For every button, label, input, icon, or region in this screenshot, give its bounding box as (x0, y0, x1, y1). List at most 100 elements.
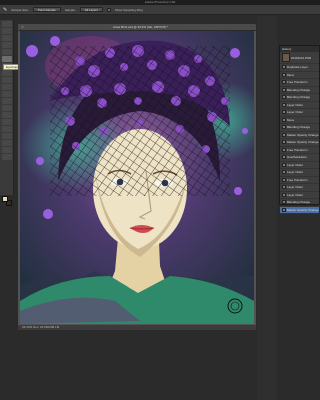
show-sampling-ring-checkbox[interactable] (106, 7, 111, 12)
document-canvas[interactable] (20, 31, 254, 324)
history-step-label: Move (287, 72, 295, 77)
document-status-bar: 33.33% Doc: 25.6M/208.1M (18, 325, 256, 330)
history-step-icon (282, 72, 286, 77)
dodge-tool-icon[interactable] (2, 112, 12, 118)
gradient-tool-icon[interactable] (2, 98, 12, 104)
history-step[interactable]: Free Transform (280, 147, 319, 154)
snapshot-label: 20191101.PSD (291, 55, 312, 60)
history-step[interactable]: Move (280, 72, 319, 79)
history-step-icon (282, 200, 286, 205)
history-step-label: Free Transform (287, 147, 308, 152)
history-step-icon (282, 140, 286, 145)
eyedropper-tool-icon[interactable] (2, 56, 12, 62)
history-step-label: Master Opacity Change (287, 207, 319, 212)
history-step[interactable]: Free Transform (280, 177, 319, 184)
history-step-label: Duplicate Layer (287, 65, 308, 70)
history-step-label: Layer Order (287, 102, 304, 107)
history-snapshot[interactable]: 20191101.PSD (280, 52, 319, 64)
portrait-artwork (20, 31, 254, 324)
history-step-icon (282, 207, 286, 212)
history-step-icon (282, 185, 286, 190)
app-title: Adobe Photoshop CS6 (144, 0, 176, 4)
history-step[interactable]: Layer Order (280, 169, 319, 177)
brush-tool-icon[interactable] (2, 70, 12, 76)
history-step-icon (282, 87, 286, 92)
show-sampling-ring-label: Show Sampling Ring (114, 7, 143, 12)
history-step-label: Layer Order (287, 192, 304, 197)
history-step[interactable]: Blending Change (280, 199, 319, 207)
history-step-label: Layer Order (287, 170, 304, 175)
history-step-icon (282, 147, 286, 152)
path-select-tool-icon[interactable] (2, 133, 12, 139)
options-bar: ✎ Sample Size: Point Sample Sample: All … (0, 5, 320, 15)
history-step-icon (282, 110, 286, 115)
clone-stamp-tool-icon[interactable] (2, 77, 12, 83)
eyedropper-tool-icon[interactable]: ✎ (3, 7, 7, 13)
history-step-icon (282, 162, 286, 167)
marquee-tool-icon[interactable] (2, 28, 12, 34)
history-step[interactable]: Blending Change (280, 94, 319, 102)
document-tab-label: Issue Bin2.psd @ 33.3% (hat, CMYK/8) * (113, 25, 168, 29)
history-step[interactable]: Duplicate Layer (280, 64, 319, 72)
eraser-tool-icon[interactable] (2, 91, 12, 97)
history-step-icon (282, 170, 286, 175)
history-step-icon (282, 125, 286, 130)
sample-size-select[interactable]: Point Sample (32, 7, 61, 12)
history-brush-tool-icon[interactable] (2, 84, 12, 90)
history-step-label: Move (287, 117, 295, 122)
history-step-label: Blending Change (287, 125, 311, 130)
history-step-icon (282, 80, 286, 85)
history-step-icon (282, 95, 286, 100)
history-step[interactable]: Master Opacity Change (280, 132, 319, 139)
history-step-label: Layer Order (287, 110, 304, 115)
history-step[interactable]: Free Transform (280, 79, 319, 87)
history-step-label: Blending Change (287, 87, 311, 92)
lasso-tool-icon[interactable] (2, 35, 12, 41)
history-step[interactable]: Blending Change (280, 124, 319, 132)
sample-size-label: Sample Size: (11, 7, 29, 12)
history-step-icon (282, 102, 286, 107)
history-step-icon (282, 177, 286, 182)
history-step[interactable]: Layer Order (280, 102, 319, 109)
history-step[interactable]: Layer Order (280, 162, 319, 169)
history-panel: History 20191101.PSD Duplicate Layer Move… (279, 45, 320, 214)
panel-dock-strip (257, 16, 277, 400)
pen-tool-icon[interactable] (2, 119, 12, 125)
history-steps-list: Duplicate Layer Move Free Transform Blendin… (280, 64, 319, 214)
crop-tool-icon[interactable] (2, 49, 12, 55)
history-step-label: Master Opacity Change (287, 132, 319, 137)
history-step[interactable]: Layer Order (280, 184, 319, 192)
document-tab[interactable]: × Issue Bin2.psd @ 33.3% (hat, CMYK/8) * (18, 24, 256, 31)
history-step-label: Hue/Saturation (287, 155, 308, 160)
history-step-label: Layer Order (287, 162, 304, 167)
zoom-tool-icon[interactable] (2, 154, 12, 160)
quick-select-tool-icon[interactable] (2, 42, 12, 48)
history-step-label: Layer Order (287, 185, 304, 190)
move-tool-icon[interactable] (2, 21, 12, 27)
hand-tool-icon[interactable] (2, 147, 12, 153)
shape-tool-icon[interactable] (2, 140, 12, 146)
snapshot-thumbnail (282, 53, 290, 62)
foreground-color-swatch[interactable] (2, 196, 8, 202)
history-step-icon (282, 117, 286, 122)
type-tool-icon[interactable] (2, 126, 12, 132)
history-step[interactable]: Master Opacity Change (280, 206, 319, 214)
sample-select[interactable]: All Layers (79, 7, 103, 12)
history-step[interactable]: Hue/Saturation (280, 154, 319, 162)
tools-panel (0, 20, 14, 206)
history-step[interactable]: Master Opacity Change (280, 139, 319, 147)
history-step-label: Free Transform (287, 80, 308, 85)
blur-tool-icon[interactable] (2, 105, 12, 111)
history-step[interactable]: Move (280, 117, 319, 124)
history-step-icon (282, 192, 286, 197)
history-step-icon (282, 65, 286, 70)
history-step-icon (282, 132, 286, 137)
sample-label: Sample: (64, 7, 76, 12)
history-step-label: Blending Change (287, 200, 311, 205)
history-step-label: Master Opacity Change (287, 140, 319, 145)
history-step[interactable]: Layer Order (280, 192, 319, 199)
history-step[interactable]: Layer Order (280, 109, 319, 117)
history-step-label: Blending Change (287, 95, 311, 100)
history-step[interactable]: Blending Change (280, 87, 319, 94)
history-step-label: Free Transform (287, 177, 308, 182)
